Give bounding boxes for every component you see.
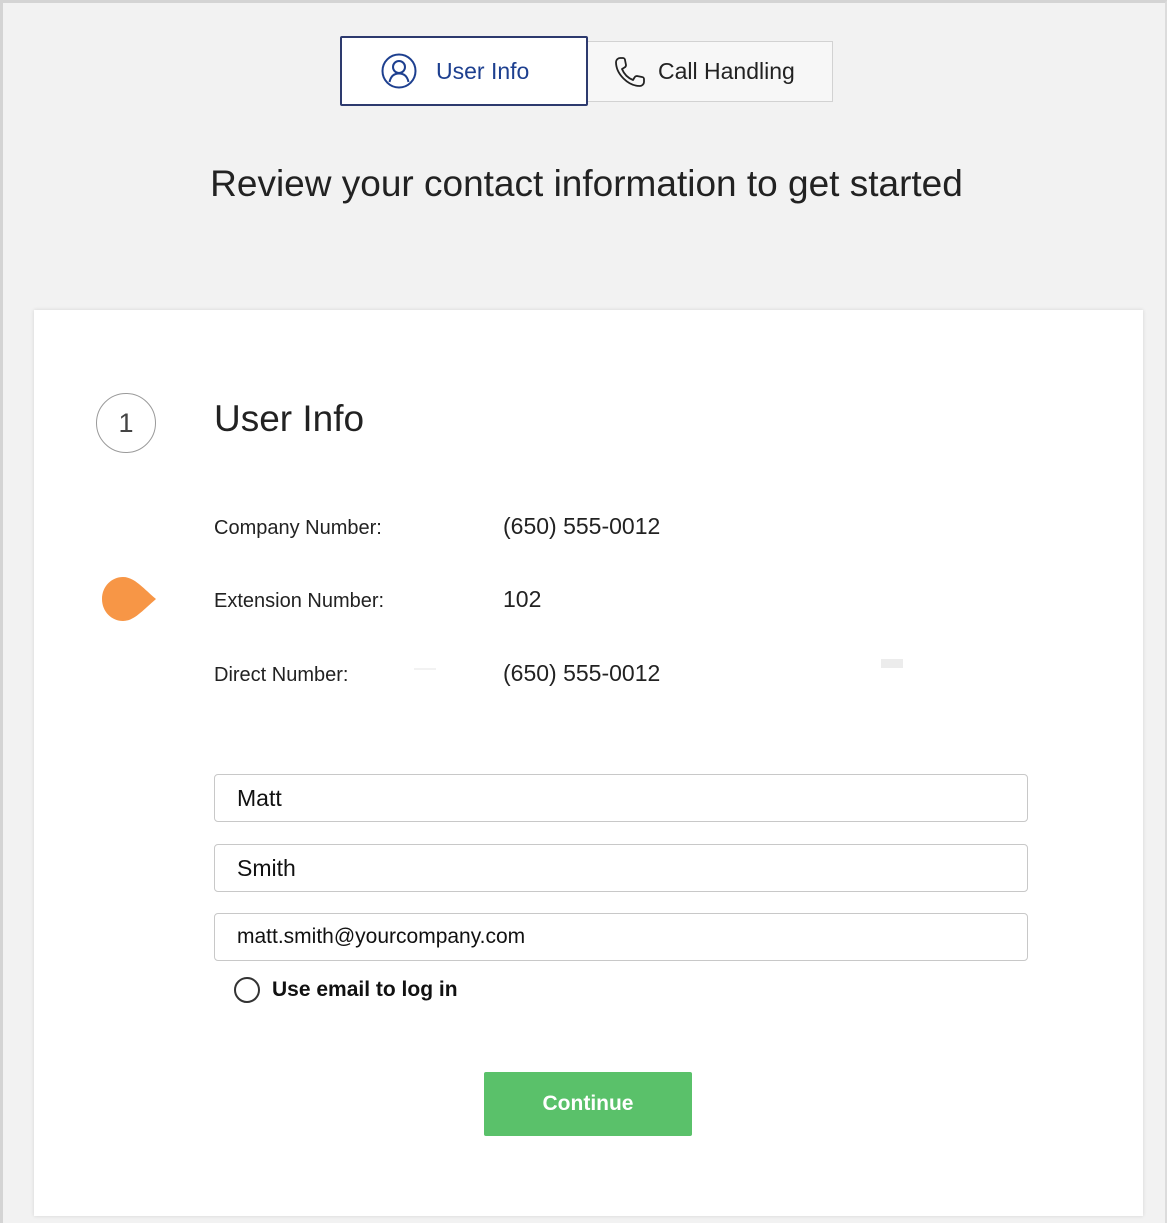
use-email-label: Use email to log in xyxy=(272,978,458,1001)
section-title: User Info xyxy=(214,398,365,439)
use-email-login-option[interactable]: Use email to log in xyxy=(234,977,458,1003)
company-number-value: (650) 555-0012 xyxy=(503,513,661,539)
info-row-direct-number: Direct Number: (650) 555-0012 xyxy=(214,660,814,690)
info-row-company-number: Company Number: (650) 555-0012 xyxy=(214,513,814,543)
use-email-radio[interactable] xyxy=(234,977,260,1003)
extension-number-value: 102 xyxy=(503,586,542,612)
company-number-label: Company Number: xyxy=(214,517,382,539)
page-title: Review your contact information to get s… xyxy=(210,163,963,204)
tab-call-handling-label: Call Handling xyxy=(658,58,795,84)
tab-call-handling[interactable]: Call Handling xyxy=(587,41,833,102)
info-row-extension-number: Extension Number: 102 xyxy=(214,586,814,616)
tab-user-info[interactable]: User Info xyxy=(340,36,588,106)
user-circle-icon xyxy=(380,52,418,90)
user-info-card: 1 User Info Company Number: (650) 555-00… xyxy=(34,310,1143,1216)
tab-user-info-label: User Info xyxy=(436,57,530,84)
step-number-badge: 1 xyxy=(96,393,156,453)
continue-button[interactable]: Continue xyxy=(484,1072,692,1136)
last-name-field[interactable] xyxy=(214,844,1028,892)
email-field[interactable] xyxy=(214,913,1028,961)
page-frame: User Info Call Handling Review your cont… xyxy=(0,0,1167,1223)
phone-icon xyxy=(612,54,648,90)
first-name-field[interactable] xyxy=(214,774,1028,822)
direct-number-label: Direct Number: xyxy=(214,664,349,686)
decorative-line xyxy=(414,668,436,670)
decorative-mark xyxy=(881,659,903,668)
direct-number-value: (650) 555-0012 xyxy=(503,660,661,686)
pointer-marker-icon xyxy=(102,577,156,621)
extension-number-label: Extension Number: xyxy=(214,590,385,612)
